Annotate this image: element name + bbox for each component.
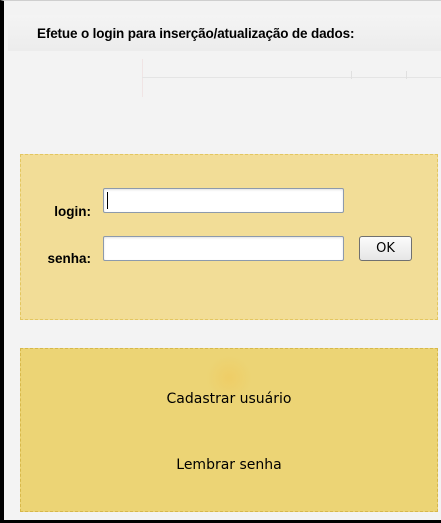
remind-password-link[interactable]: Lembrar senha <box>21 457 437 473</box>
background-decoration-tick <box>406 71 407 79</box>
login-panel: login: senha: OK <box>20 154 438 320</box>
password-input[interactable] <box>103 236 344 261</box>
password-label: senha: <box>47 251 91 266</box>
page-title: Efetue o login para inserção/atualização… <box>37 26 355 41</box>
text-cursor <box>107 192 108 209</box>
ok-button[interactable]: OK <box>359 236 412 261</box>
options-panel: Cadastrar usuário Lembrar senha <box>20 348 438 512</box>
background-decoration-tick <box>351 71 352 79</box>
login-input[interactable] <box>103 188 344 213</box>
background-decoration-line <box>142 77 441 78</box>
register-user-link[interactable]: Cadastrar usuário <box>21 391 437 407</box>
background-decoration <box>142 59 441 97</box>
login-label: login: <box>54 204 91 219</box>
